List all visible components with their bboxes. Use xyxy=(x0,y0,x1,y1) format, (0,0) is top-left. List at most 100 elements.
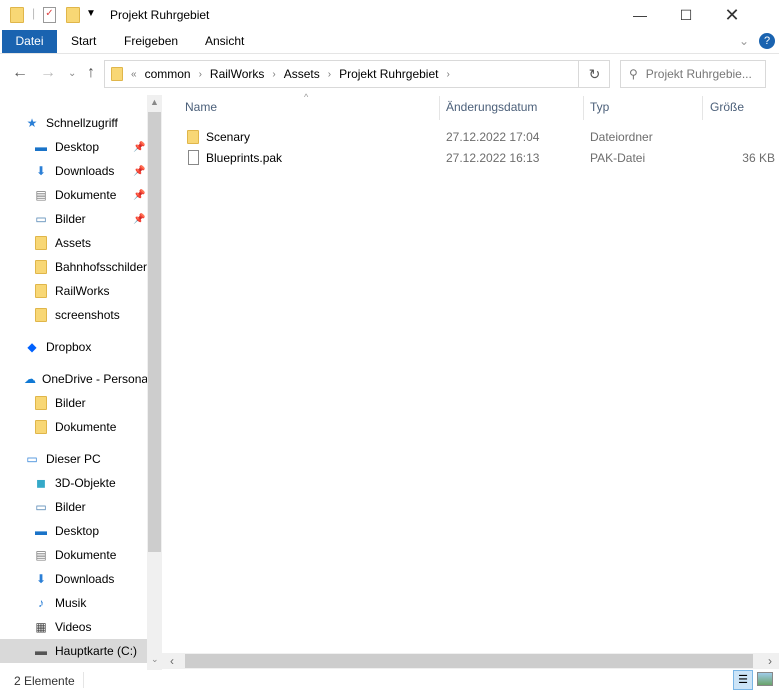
new-folder-icon[interactable] xyxy=(66,7,80,23)
music-icon: ♪ xyxy=(38,596,44,610)
sidebar-item[interactable]: Assets xyxy=(0,231,147,255)
column-header-type[interactable]: Typ xyxy=(590,100,609,118)
sidebar-item[interactable]: RailWorks xyxy=(0,279,147,303)
address-bar[interactable]: « common › RailWorks › Assets › Projekt Ruh… xyxy=(104,60,610,88)
sidebar-item[interactable]: ▦ Videos xyxy=(0,615,147,639)
up-button[interactable]: ↑ xyxy=(87,64,95,82)
sidebar-item-label: Videos xyxy=(55,620,92,634)
sidebar-item[interactable]: ▭ Bilder 📌 xyxy=(0,207,147,231)
expand-ribbon-icon[interactable]: ⌄ xyxy=(739,34,749,48)
sidebar-item[interactable]: screenshots xyxy=(0,303,147,327)
download-icon: ⬇ xyxy=(35,572,47,586)
folder-icon xyxy=(33,235,49,251)
sidebar-item[interactable]: ▬ Desktop xyxy=(0,519,147,543)
folder-icon xyxy=(33,419,49,435)
details-view-button[interactable]: ☰ xyxy=(733,670,753,690)
cube-icon: ◼ xyxy=(36,476,46,490)
folder-icon xyxy=(111,67,123,81)
sidebar-item-label: Dieser PC xyxy=(46,452,101,466)
maximize-button[interactable]: ☐ xyxy=(663,0,709,30)
pin-icon: 📌 xyxy=(133,165,146,177)
scroll-down-icon[interactable]: ⌄ xyxy=(151,654,159,665)
sidebar-item-label: Dokumente xyxy=(55,188,117,202)
drive-icon: ▬ xyxy=(35,644,47,658)
sidebar-item[interactable]: Bilder xyxy=(0,391,147,415)
divider[interactable] xyxy=(583,96,584,120)
divider xyxy=(83,672,84,688)
tab-ansicht[interactable]: Ansicht xyxy=(193,30,256,53)
breadcrumb-railworks[interactable]: RailWorks xyxy=(210,67,264,81)
item-count: 2 Elemente xyxy=(14,674,75,688)
sidebar-item-label: Bilder xyxy=(55,396,86,410)
sidebar-item[interactable]: Dokumente xyxy=(0,415,147,439)
back-button[interactable]: ← xyxy=(12,64,28,82)
sidebar-item[interactable]: ⬇ Downloads xyxy=(0,567,147,591)
breadcrumb-assets[interactable]: Assets xyxy=(284,67,320,81)
folder-icon xyxy=(187,130,199,144)
folder-icon xyxy=(33,307,49,323)
sidebar-item-label: Schnellzugriff xyxy=(46,116,118,130)
document-icon: ▤ xyxy=(35,548,47,562)
sidebar-item[interactable]: ♪ Musik xyxy=(0,591,147,615)
divider[interactable] xyxy=(439,96,440,120)
search-input[interactable]: ⚲ Projekt Ruhrgebie... xyxy=(620,60,766,88)
file-row-scenary[interactable]: Scenary 27.12.2022 17:04 Dateiordner xyxy=(185,127,775,148)
column-header-name[interactable]: Name xyxy=(185,100,217,118)
overflow-chevron[interactable]: « xyxy=(131,69,137,80)
breadcrumb-projekt[interactable]: Projekt Ruhrgebiet xyxy=(339,67,438,81)
refresh-button[interactable]: ↻ xyxy=(578,60,610,88)
scrollbar-thumb[interactable] xyxy=(185,654,753,668)
minimize-button[interactable]: — xyxy=(617,0,663,30)
sidebar-item-label: Bahnhofsschilder xyxy=(54,260,147,274)
file-name: Blueprints.pak xyxy=(206,151,283,165)
sidebar-item[interactable]: ▤ Dokumente xyxy=(0,543,147,567)
file-row-blueprints[interactable]: Blueprints.pak 27.12.2022 16:13 PAK-Date… xyxy=(185,148,775,169)
sidebar-item[interactable]: ▤ Dokumente 📌 xyxy=(0,183,147,207)
scrollbar-thumb[interactable] xyxy=(148,112,161,552)
sidebar-item-label: 3D-Objekte xyxy=(55,476,116,490)
divider[interactable] xyxy=(702,96,703,120)
pin-icon: 📌 xyxy=(133,141,146,153)
sidebar-item[interactable]: ☁ OneDrive - Persona xyxy=(0,367,147,391)
sort-ascending-icon: ^ xyxy=(304,92,309,102)
scroll-right-icon[interactable]: › xyxy=(768,654,772,668)
sidebar-item[interactable]: ▭ Dieser PC xyxy=(0,447,147,471)
column-header-date[interactable]: Änderungsdatum xyxy=(446,100,537,118)
column-header-size[interactable]: Größe xyxy=(710,100,744,118)
sidebar-item[interactable]: ⬇ Downloads 📌 xyxy=(0,159,147,183)
search-icon: ⚲ xyxy=(629,67,638,81)
sidebar-item[interactable]: ★ Schnellzugriff xyxy=(0,111,147,135)
tab-start[interactable]: Start xyxy=(59,30,108,53)
tab-freigeben[interactable]: Freigeben xyxy=(112,30,190,53)
properties-icon[interactable]: ✓ xyxy=(43,7,56,23)
pin-icon: 📌 xyxy=(133,189,146,201)
forward-button[interactable]: → xyxy=(40,64,56,82)
sidebar-item-label: Desktop xyxy=(55,524,100,538)
scroll-up-icon[interactable]: ▲ xyxy=(150,97,159,107)
close-button[interactable]: ✕ xyxy=(709,0,755,30)
folder-icon xyxy=(33,259,49,275)
sidebar-item-label: Desktop xyxy=(55,140,100,154)
customize-toolbar-icon[interactable]: ▼ xyxy=(86,8,96,19)
sidebar-item-label: Bilder xyxy=(55,212,86,226)
large-icons-view-button[interactable] xyxy=(757,672,773,686)
sidebar-item[interactable]: ▭ Bilder xyxy=(0,495,147,519)
pictures-icon: ▭ xyxy=(35,500,47,514)
sidebar-item[interactable]: ◆ Dropbox xyxy=(0,335,147,359)
sidebar-item-label: Musik xyxy=(55,596,87,610)
sidebar-item[interactable]: ▬ Desktop 📌 xyxy=(0,135,147,159)
sidebar-item[interactable]: ▬ Hauptkarte (C:) xyxy=(0,639,147,663)
help-icon[interactable]: ? xyxy=(759,33,775,49)
sidebar-item[interactable]: ◼ 3D-Objekte xyxy=(0,471,147,495)
tab-datei[interactable]: Datei xyxy=(2,30,57,53)
download-icon: ⬇ xyxy=(35,164,47,178)
sidebar-item[interactable]: Bahnhofsschilder xyxy=(0,255,147,279)
scroll-left-icon[interactable]: ‹ xyxy=(170,654,174,668)
sidebar-item-label: Assets xyxy=(55,236,92,250)
breadcrumb-common[interactable]: common xyxy=(145,67,191,81)
file-type: PAK-Datei xyxy=(590,151,646,165)
recent-locations-button[interactable]: ⌄ xyxy=(68,68,76,79)
sidebar-item-label: OneDrive - Persona xyxy=(42,372,147,386)
sidebar-item-label: Dokumente xyxy=(55,420,117,434)
file-name: Scenary xyxy=(206,130,251,144)
